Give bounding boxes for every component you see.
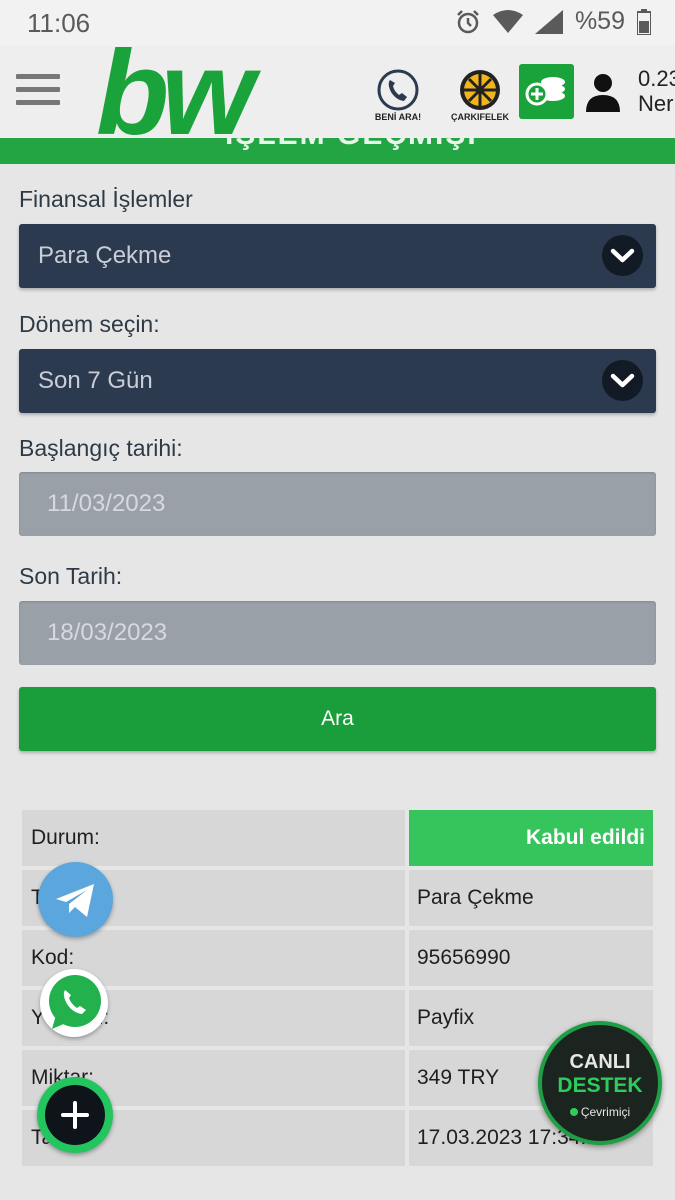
- search-button[interactable]: Ara: [19, 687, 656, 751]
- end-date-value: 18/03/2023: [47, 619, 168, 646]
- row-value: 349 TRY: [417, 1066, 500, 1089]
- support-status: Çevrimiçi: [542, 1105, 658, 1119]
- menu-icon[interactable]: [16, 74, 60, 108]
- table-row: Durum: Kabul edildi: [22, 810, 653, 866]
- battery-icon: [637, 8, 651, 35]
- status-icons: %59: [455, 7, 651, 36]
- online-dot-icon: [569, 1108, 578, 1116]
- whatsapp-icon: [49, 975, 101, 1029]
- svg-text:bw: bw: [96, 46, 261, 138]
- call-me-button[interactable]: BENİ ARA!: [370, 68, 426, 122]
- financial-select[interactable]: Para Çekme: [19, 224, 656, 288]
- app-header: bw BENİ ARA! ÇARKIFELEK 0.23 Ner: [0, 46, 675, 138]
- period-select-value: Son 7 Gün: [38, 367, 153, 394]
- live-support-button[interactable]: CANLI DESTEK Çevrimiçi: [538, 1021, 662, 1145]
- end-date-input[interactable]: 18/03/2023: [19, 601, 656, 665]
- battery-percent: %59: [574, 7, 625, 35]
- brand-logo[interactable]: bw: [96, 46, 326, 138]
- status-bar: 11:06 %59: [0, 0, 675, 46]
- balance-amount: 0.23: [638, 66, 675, 91]
- whatsapp-button[interactable]: [40, 969, 108, 1037]
- plus-icon: [45, 1085, 105, 1145]
- chevron-down-icon: [602, 360, 643, 401]
- username: Ner: [638, 91, 674, 116]
- telegram-button[interactable]: [38, 862, 113, 937]
- call-me-label: BENİ ARA!: [374, 112, 422, 122]
- telegram-icon: [56, 884, 94, 917]
- end-date-label: Son Tarih:: [19, 563, 123, 589]
- status-badge: Kabul edildi: [409, 810, 653, 866]
- deposit-button[interactable]: [519, 64, 574, 119]
- period-select[interactable]: Son 7 Gün: [19, 349, 656, 413]
- row-value: Payfix: [417, 1006, 475, 1029]
- row-value: 95656990: [417, 946, 511, 969]
- support-line2: DESTEK: [557, 1074, 643, 1097]
- page-title: İŞLEM GEÇMİŞİ: [225, 138, 478, 152]
- start-date-label: Başlangıç tarihi:: [19, 435, 183, 461]
- wheel-icon: [460, 70, 500, 110]
- page-title-band: İŞLEM GEÇMİŞİ: [0, 138, 675, 164]
- user-icon[interactable]: [584, 72, 622, 112]
- table-row: Tür: Para Çekme: [22, 870, 653, 926]
- support-line1: CANLI: [569, 1051, 631, 1073]
- wheel-of-fortune-button[interactable]: ÇARKIFELEK: [448, 68, 512, 122]
- alarm-icon: [457, 9, 479, 33]
- start-date-input[interactable]: 11/03/2023: [19, 472, 656, 536]
- table-row: Kod: 95656990: [22, 930, 653, 986]
- wifi-icon: [492, 9, 523, 33]
- financial-label: Finansal İşlemler: [19, 186, 193, 212]
- row-key: Kod:: [31, 946, 75, 969]
- status-time: 11:06: [27, 8, 91, 38]
- balance-display[interactable]: 0.23 Ner: [638, 66, 675, 116]
- period-label: Dönem seçin:: [19, 311, 160, 337]
- wheel-label: ÇARKIFELEK: [451, 112, 509, 122]
- chevron-down-icon: [602, 235, 643, 276]
- row-value: Para Çekme: [417, 886, 534, 909]
- coins-plus-icon: [525, 77, 565, 106]
- expand-contacts-button[interactable]: [37, 1077, 113, 1153]
- phone-icon: [377, 69, 419, 111]
- start-date-value: 11/03/2023: [47, 490, 166, 517]
- row-value: Kabul edildi: [525, 826, 645, 849]
- financial-select-value: Para Çekme: [38, 242, 172, 269]
- signal-icon: [534, 9, 563, 34]
- row-key: Durum:: [31, 826, 100, 849]
